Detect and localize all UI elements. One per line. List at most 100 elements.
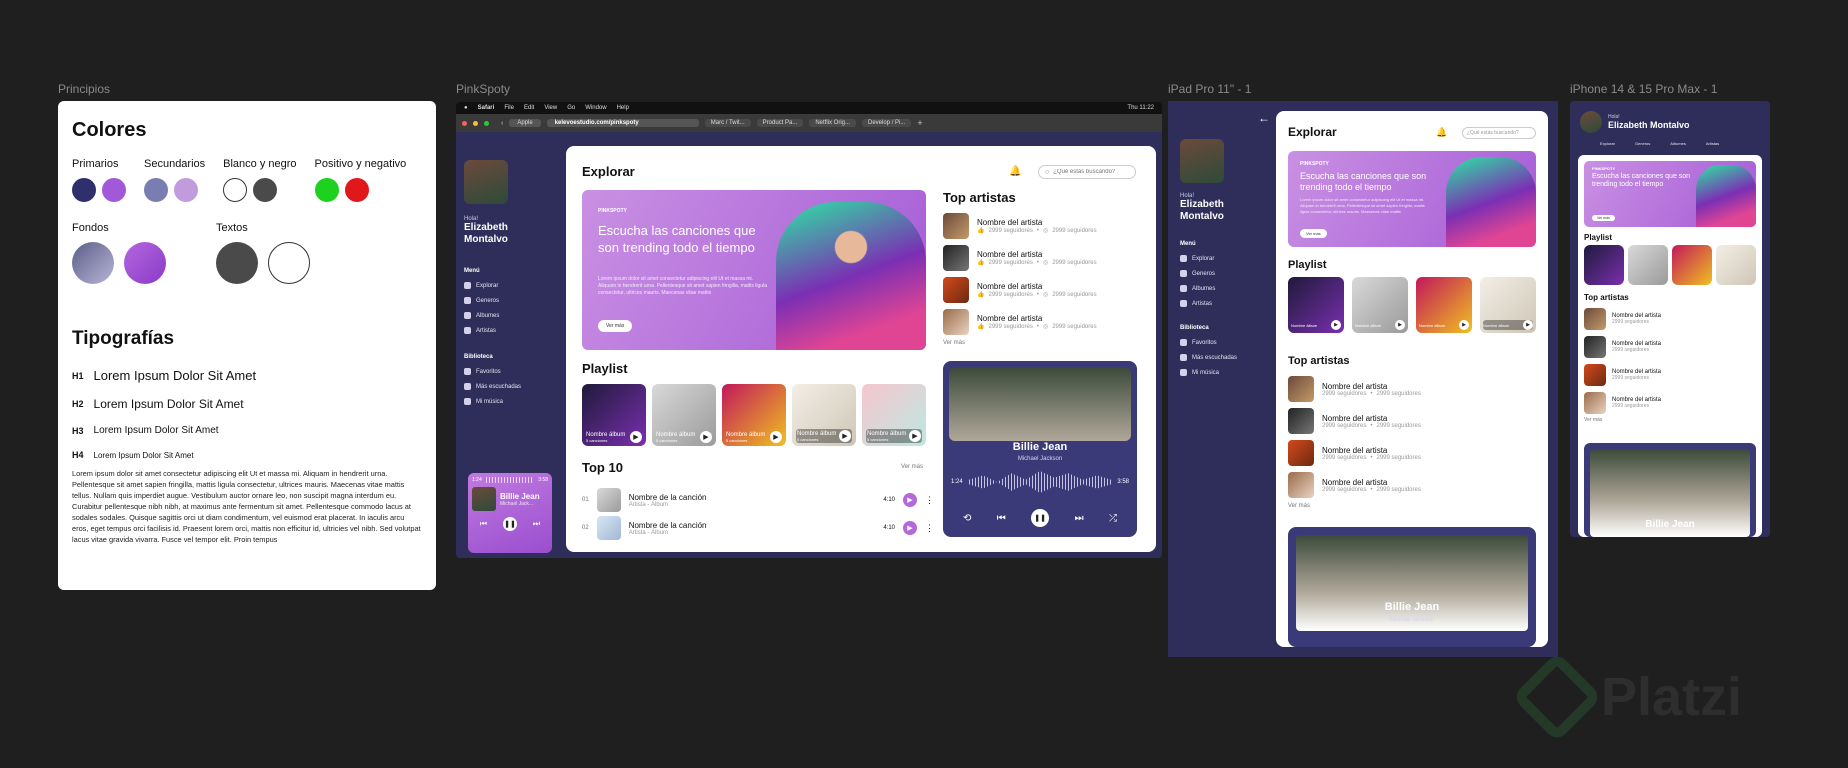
browser-tab[interactable]: Marc / Twit... [704, 119, 751, 127]
next-icon[interactable]: ⏭ [1075, 513, 1084, 524]
sidebar-item-artistas[interactable]: Artistas [1180, 296, 1260, 311]
playlist-card[interactable] [1672, 245, 1712, 285]
back-arrow-icon[interactable]: ← [1258, 111, 1270, 125]
artist-row[interactable]: Nombre del artista 2999 seguidores • 2999 s… [1288, 405, 1538, 437]
hero-more-button[interactable]: Ver más [1592, 215, 1615, 221]
play-icon[interactable]: ▶ [1459, 320, 1469, 330]
play-icon[interactable]: ▶ [1523, 320, 1533, 330]
artist-row[interactable]: Nombre del artista 👍 2999 seguidores • ◎ 2999… [943, 210, 1143, 242]
artist-row[interactable]: Nombre del artista 2999 seguidores [1584, 361, 1756, 389]
playlist-card[interactable]: Nombre álbum 5 canciones ▶ [792, 384, 856, 446]
apple-icon[interactable]: ● [464, 105, 468, 111]
menu-edit[interactable]: Edit [524, 105, 534, 111]
url-bar[interactable]: kelevoestudio.com/pinkspoty [546, 119, 699, 127]
artist-row[interactable]: Nombre del artista 2999 seguidores [1584, 333, 1756, 361]
track-play-button[interactable]: ▶ [903, 521, 917, 535]
nav-generos[interactable]: Generos [1635, 141, 1650, 146]
browser-tab[interactable]: Develop / Pi... [862, 119, 912, 127]
next-icon[interactable]: ⏭ [533, 519, 540, 529]
more-options-icon[interactable]: ⋮ [925, 495, 934, 506]
sidebar-item-generos[interactable]: Generos [1180, 266, 1260, 281]
artist-row[interactable]: Nombre del artista 👍 2999 seguidores • ◎ 2999… [943, 274, 1143, 306]
playlist-card[interactable] [1584, 245, 1624, 285]
playlist-card[interactable]: Nombre álbum 5 canciones ▶ [582, 384, 646, 446]
menu-file[interactable]: File [504, 105, 514, 111]
bell-icon[interactable]: 🔔 [1436, 127, 1447, 138]
sidebar-item-albumes[interactable]: Albumes [464, 308, 548, 323]
track-row[interactable]: 01 Nombre de la canción Artista - Álbum 4… [582, 488, 934, 512]
menu-window[interactable]: Window [585, 105, 606, 111]
waveform[interactable] [485, 477, 535, 483]
playlist-card[interactable]: Nombre álbum 5 canciones ▶ [722, 384, 786, 446]
hero-more-button[interactable]: Ver más [598, 320, 633, 332]
repeat-icon[interactable]: ⟲ [963, 513, 971, 524]
artist-row[interactable]: Nombre del artista 2999 seguidores [1584, 305, 1756, 333]
playlist-card[interactable]: Nombre álbum 5 canciones ▶ [862, 384, 926, 446]
pause-button[interactable]: ❚❚ [502, 517, 517, 531]
play-icon[interactable]: ▶ [1331, 320, 1341, 330]
sidebar-item-mi-musica[interactable]: Mi música [1180, 365, 1260, 380]
menu-go[interactable]: Go [567, 105, 575, 111]
nav-explorar[interactable]: Explorar [1600, 141, 1615, 146]
artist-row[interactable]: Nombre del artista 2999 seguidores • 2999 s… [1288, 469, 1538, 501]
track-play-button[interactable]: ▶ [903, 493, 917, 507]
sidebar-item-mas-escuchadas[interactable]: Más escuchadas [464, 379, 548, 394]
menu-help[interactable]: Help [617, 105, 629, 111]
artists-see-more-link[interactable]: Ver más [1584, 417, 1756, 423]
sidebar-item-explorar[interactable]: Explorar [1180, 251, 1260, 266]
search-box[interactable]: ¿Qué estás buscando? [1462, 127, 1536, 139]
playlist-card[interactable]: Nombre álbum ▶ [1288, 277, 1344, 333]
zoom-window-button[interactable] [484, 120, 489, 126]
artist-row[interactable]: Nombre del artista 2999 seguidores [1584, 389, 1756, 417]
track-row[interactable]: 02 Nombre de la canción Artista - Álbum 4… [582, 516, 934, 540]
minimize-window-button[interactable] [473, 120, 478, 126]
playlist-card[interactable]: Nombre álbum ▶ [1416, 277, 1472, 333]
more-options-icon[interactable]: ⋮ [925, 523, 934, 534]
playlist-card[interactable]: Nombre álbum 5 canciones ▶ [652, 384, 716, 446]
play-icon[interactable]: ▶ [909, 430, 921, 442]
artists-see-more-link[interactable]: Ver más [943, 340, 1143, 346]
artist-row[interactable]: Nombre del artista 2999 seguidores • 2999 s… [1288, 437, 1538, 469]
previous-icon[interactable]: ⏮ [997, 513, 1006, 524]
sidebar-item-artistas[interactable]: Artistas [464, 323, 548, 338]
sidebar-item-mi-musica[interactable]: Mi música [464, 394, 548, 409]
top10-see-more-link[interactable]: Ver más [901, 464, 923, 470]
menu-view[interactable]: View [544, 105, 557, 111]
hero-more-button[interactable]: Ver más [1300, 229, 1327, 238]
search-box[interactable]: ○ [1038, 165, 1136, 179]
play-icon[interactable]: ▶ [630, 431, 642, 443]
search-input[interactable] [1053, 169, 1132, 175]
artists-see-more-link[interactable]: Ver más [1288, 503, 1538, 509]
playlist-card[interactable] [1628, 245, 1668, 285]
sidebar-item-generos[interactable]: Generos [464, 293, 548, 308]
playlist-card[interactable]: Nombre álbum ▶ [1352, 277, 1408, 333]
bell-icon[interactable]: 🔔 [1009, 166, 1021, 177]
menu-safari[interactable]: Safari [478, 105, 495, 111]
sidebar-item-explorar[interactable]: Explorar [464, 278, 548, 293]
sidebar-item-favoritos[interactable]: Favoritos [464, 364, 548, 379]
play-icon[interactable]: ▶ [700, 431, 712, 443]
close-window-button[interactable] [462, 120, 467, 126]
nav-albumes[interactable]: Albumes [1670, 141, 1686, 146]
waveform-seekbar[interactable] [968, 471, 1112, 493]
browser-tab[interactable]: Netflix Orig... [809, 119, 857, 127]
prev-icon[interactable]: ⏮ [480, 519, 487, 529]
nav-artistas[interactable]: Artistas [1706, 141, 1719, 146]
new-tab-icon[interactable]: + [917, 118, 922, 128]
artist-row[interactable]: Nombre del artista 👍 2999 seguidores • ◎ 2999… [943, 242, 1143, 274]
browser-tab[interactable]: Product Pa... [756, 119, 804, 127]
pause-button[interactable]: ❚❚ [1031, 509, 1050, 527]
artist-row[interactable]: Nombre del artista 2999 seguidores • 2999 s… [1288, 373, 1538, 405]
sidebar-item-mas-escuchadas[interactable]: Más escuchadas [1180, 350, 1260, 365]
play-icon[interactable]: ▶ [770, 431, 782, 443]
playlist-card[interactable]: Nombre álbum ▶ [1480, 277, 1536, 333]
artist-row[interactable]: Nombre del artista 👍 2999 seguidores • ◎ 2999… [943, 306, 1143, 338]
back-icon[interactable]: ‹ [501, 120, 503, 127]
playlist-card[interactable] [1716, 245, 1756, 285]
sidebar-item-albumes[interactable]: Albumes [1180, 281, 1260, 296]
tab-apple[interactable]: Apple [509, 119, 541, 127]
play-icon[interactable]: ▶ [839, 430, 851, 442]
sidebar-item-favoritos[interactable]: Favoritos [1180, 335, 1260, 350]
play-icon[interactable]: ▶ [1395, 320, 1405, 330]
shuffle-icon[interactable]: ⤮ [1109, 513, 1117, 524]
